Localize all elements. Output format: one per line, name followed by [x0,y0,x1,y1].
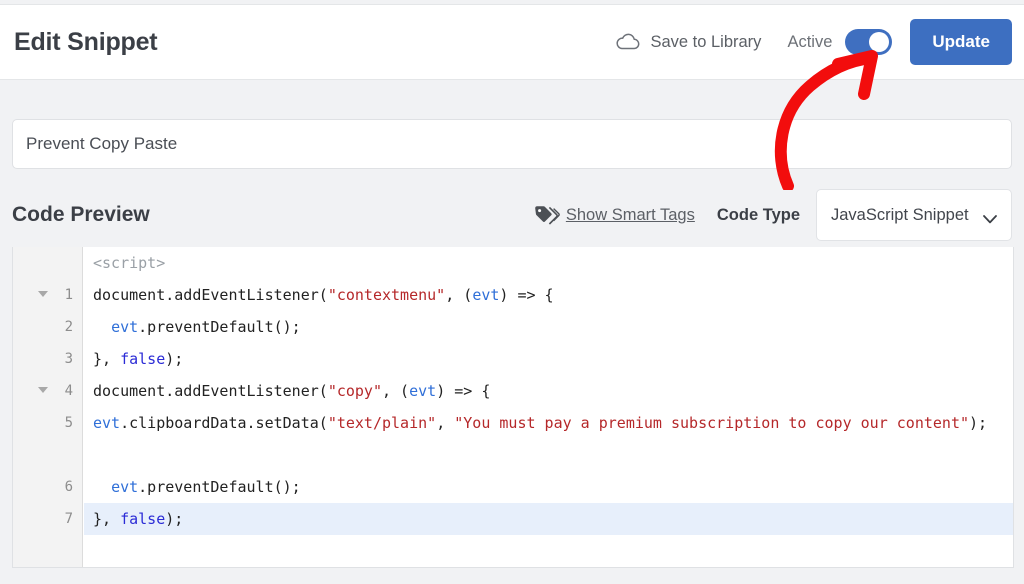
show-smart-tags-link[interactable]: Show Smart Tags [534,205,695,225]
gutter-row: 5 [13,407,82,471]
line-number: 1 [64,287,73,303]
code-token-plain: }, [93,510,121,528]
code-type-label: Code Type [716,205,800,224]
code-preview-heading: Code Preview [12,203,150,226]
gutter-row: 3 [13,343,82,375]
fold-triangle-icon[interactable] [38,387,48,393]
code-token-var: evt [111,318,139,336]
code-token-var: evt [409,382,437,400]
code-token-kw: false [120,350,166,368]
gutter-row: 7 [13,503,82,535]
tag-icon [534,205,560,225]
editor-gutter: 1 2 3 4 5 6 7 [13,247,83,567]
code-token-var: evt [111,478,139,496]
page-title: Edit Snippet [14,27,158,56]
line-number: 2 [64,319,73,335]
code-token-plain: ) => { [436,382,491,400]
gutter-row: 4 [13,375,82,407]
line-number: 6 [64,479,73,495]
code-token-plain: document.addEventListener( [93,382,328,400]
code-type-select[interactable]: JavaScript Snippet [816,189,1012,241]
code-token-plain: document.addEventListener( [93,286,328,304]
line-number: 4 [64,383,73,399]
code-token-str: "text/plain" [327,414,437,432]
code-token-plain: , ( [445,286,473,304]
gutter-row: 2 [13,311,82,343]
editor-code-area[interactable]: <script> document.addEventListener("conte… [84,247,1013,567]
gutter-row: 1 [13,279,82,311]
code-token-tag: <script> [93,254,166,272]
code-preview-controls: Show Smart Tags Code Type JavaScript Sni… [534,189,1012,241]
code-token-plain: ); [165,510,184,528]
code-token-kw: false [120,510,166,528]
active-label: Active [787,32,833,51]
code-token-plain: }, [93,350,121,368]
fold-triangle-icon[interactable] [38,291,48,297]
snippet-title-input[interactable] [12,119,1012,169]
code-token-plain: , [436,414,455,432]
chevron-down-icon [983,211,997,223]
update-button[interactable]: Update [910,19,1012,65]
show-smart-tags-label: Show Smart Tags [565,205,695,224]
code-token-str: "contextmenu" [327,286,446,304]
code-line[interactable]: evt.preventDefault(); [84,311,1013,343]
snippet-title-field-wrap [12,119,1012,169]
code-line[interactable]: <script> [84,247,1013,279]
line-number: 5 [64,415,73,431]
code-token-plain: ) => { [499,286,554,304]
code-token-plain: , ( [382,382,410,400]
toggle-knob [869,32,890,52]
line-number: 7 [64,511,73,527]
save-to-library-label: Save to Library [650,32,762,51]
save-to-library-button[interactable]: Save to Library [615,32,761,52]
active-toggle[interactable] [845,29,893,55]
code-line[interactable]: }, false); [84,343,1013,375]
code-token-str: "You must pay a premium subscription to … [454,414,970,432]
code-preview-toolbar: Code Preview Show Smart Tags Code Type J… [0,188,1024,242]
code-token-plain: .clipboardData.setData( [120,414,328,432]
code-token-str: "copy" [327,382,382,400]
page-header: Edit Snippet Save to Library Active Upda… [0,4,1024,80]
code-line[interactable]: }, false); [84,503,1013,535]
code-line[interactable]: document.addEventListener("contextmenu",… [84,279,1013,311]
header-actions: Save to Library Active Update [615,19,1012,65]
code-line[interactable]: document.addEventListener("copy", (evt) … [84,375,1013,407]
code-token-plain: ); [165,350,184,368]
code-editor[interactable]: 1 2 3 4 5 6 7 <script> document.addEventListene… [12,247,1014,568]
line-number: 3 [64,351,73,367]
code-type-selected-value: JavaScript Snippet [831,205,969,224]
gutter-row [13,247,82,279]
code-token-plain: .preventDefault(); [138,318,301,336]
code-token-plain: .preventDefault(); [138,478,301,496]
code-token-var: evt [472,286,500,304]
gutter-row: 6 [13,471,82,503]
cloud-icon [615,32,641,52]
code-token-var: evt [93,414,121,432]
code-line[interactable]: evt.clipboardData.setData("text/plain", … [84,407,1013,471]
code-token-plain: ); [969,414,988,432]
code-line[interactable]: evt.preventDefault(); [84,471,1013,503]
